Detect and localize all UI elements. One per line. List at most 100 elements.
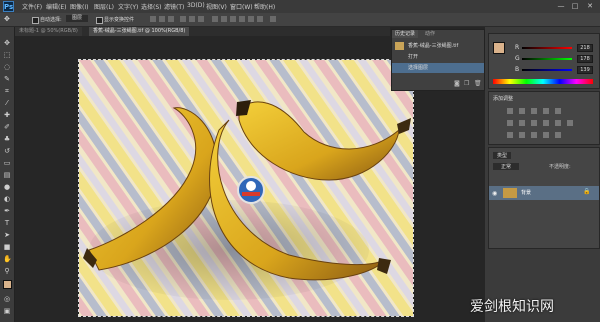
distribute-top-icon[interactable]: [212, 16, 218, 22]
new-document-icon[interactable]: ❐: [464, 80, 469, 87]
red-slider[interactable]: [522, 47, 572, 49]
shape-tool[interactable]: ■: [3, 243, 11, 251]
photo-filter-icon[interactable]: [543, 120, 549, 126]
hand-icon: ✋: [3, 255, 12, 263]
auto-align-icon[interactable]: [270, 16, 276, 22]
zoom-tool[interactable]: ⚲: [3, 267, 11, 275]
type-tool[interactable]: T: [3, 219, 11, 227]
trash-icon[interactable]: 🗑: [474, 80, 482, 87]
lock-icon: 🔒: [583, 188, 591, 195]
red-value[interactable]: 218: [577, 44, 593, 52]
history-item-open[interactable]: 打开: [392, 52, 484, 62]
eyedropper-tool[interactable]: ⁄: [3, 99, 11, 107]
layer-row-background[interactable]: ◉ 背景 🔒: [489, 186, 599, 200]
align-right-icon[interactable]: [198, 16, 204, 22]
history-item-select-layer[interactable]: 选择图层: [392, 63, 484, 73]
color-spectrum-bar[interactable]: [493, 79, 593, 84]
document-canvas[interactable]: [78, 59, 414, 317]
align-left-icon[interactable]: [180, 16, 186, 22]
distribute-bottom-icon[interactable]: [230, 16, 236, 22]
distribute-middle-icon[interactable]: [221, 16, 227, 22]
foreground-color[interactable]: [493, 42, 505, 54]
minimize-button[interactable]: —: [556, 2, 566, 10]
tab-actions[interactable]: 动作: [422, 30, 438, 38]
blue-value[interactable]: 139: [577, 66, 593, 74]
eye-icon[interactable]: ◉: [492, 190, 497, 197]
camera-icon[interactable]: ◙: [454, 80, 460, 87]
quick-select-tool[interactable]: ✎: [3, 75, 11, 83]
color-balance-icon[interactable]: [519, 120, 525, 126]
foreground-color-swatch[interactable]: [3, 280, 12, 289]
history-snapshot[interactable]: 香蕉-绒晶-三张绳图.tif: [392, 41, 484, 51]
exposure-icon[interactable]: [543, 108, 549, 114]
selective-color-icon[interactable]: [555, 132, 561, 138]
threshold-icon[interactable]: [531, 132, 537, 138]
healing-tool[interactable]: ✚: [3, 111, 11, 119]
posterize-icon[interactable]: [519, 132, 525, 138]
restore-button[interactable]: □: [570, 2, 580, 10]
close-button[interactable]: ✕: [585, 2, 595, 10]
menu-help[interactable]: 帮助(H): [254, 2, 275, 11]
curves-icon[interactable]: [531, 108, 537, 114]
menu-window[interactable]: 窗口(W): [230, 2, 253, 11]
green-value[interactable]: 178: [577, 55, 593, 63]
lasso-tool[interactable]: ◌: [3, 63, 11, 71]
hand-tool[interactable]: ✋: [3, 255, 12, 263]
menu-edit[interactable]: 编辑(E): [46, 2, 66, 11]
pen-tool[interactable]: ✒: [3, 207, 11, 215]
gradient-tool[interactable]: ▤: [3, 171, 11, 179]
brightness-icon[interactable]: [507, 108, 513, 114]
menu-filter[interactable]: 滤镜(T): [164, 2, 184, 11]
distribute-right-icon[interactable]: [257, 16, 263, 22]
blur-tool[interactable]: ●: [3, 183, 11, 191]
tab-untitled[interactable]: 未标题-1 @ 50%(RGB/8): [15, 27, 82, 36]
distribute-center-icon[interactable]: [248, 16, 254, 22]
blend-mode-dropdown[interactable]: 正常: [493, 163, 520, 170]
brush-tool[interactable]: ✐: [3, 123, 11, 131]
menu-layer[interactable]: 图层(L): [94, 2, 114, 11]
menu-view[interactable]: 视图(V): [206, 2, 227, 11]
layer-kind-filter[interactable]: 类型: [493, 152, 512, 159]
hue-saturation-icon[interactable]: [507, 120, 513, 126]
auto-select-checkbox[interactable]: [32, 17, 39, 24]
black-white-icon[interactable]: [531, 120, 537, 126]
distribute-left-icon[interactable]: [239, 16, 245, 22]
menu-file[interactable]: 文件(F): [22, 2, 42, 11]
tab-history[interactable]: 历史记录: [392, 30, 419, 38]
move-tool[interactable]: ✥: [3, 39, 11, 47]
auto-select-dropdown[interactable]: 图层: [66, 15, 89, 22]
blue-slider[interactable]: [522, 69, 572, 71]
zoom-icon: ⚲: [4, 267, 10, 275]
marquee-tool[interactable]: ⬚: [3, 51, 11, 59]
invert-icon[interactable]: [507, 132, 513, 138]
eraser-tool[interactable]: ▭: [3, 159, 11, 167]
show-transform-checkbox[interactable]: [96, 17, 103, 24]
align-middle-icon[interactable]: [159, 16, 165, 22]
path-select-tool[interactable]: ➤: [3, 231, 11, 239]
history-brush-tool[interactable]: ↺: [3, 147, 11, 155]
dodge-tool[interactable]: ◐: [3, 195, 11, 203]
green-slider[interactable]: [522, 58, 572, 60]
align-center-icon[interactable]: [189, 16, 195, 22]
levels-icon[interactable]: [519, 108, 525, 114]
channel-mixer-icon[interactable]: [555, 120, 561, 126]
align-bottom-icon[interactable]: [168, 16, 174, 22]
blue-label: B: [515, 66, 520, 73]
crop-icon: ⌗: [5, 87, 9, 95]
stamp-tool[interactable]: ♣: [3, 135, 11, 143]
menu-image[interactable]: 图像(I): [70, 2, 88, 11]
vibrance-icon[interactable]: [555, 108, 561, 114]
crop-tool[interactable]: ⌗: [3, 87, 11, 95]
gradient-map-icon[interactable]: [543, 132, 549, 138]
screen-mode-tool[interactable]: ▣: [3, 307, 11, 315]
move-icon: ✥: [4, 39, 10, 47]
path-select-icon: ➤: [4, 231, 10, 239]
tab-banana[interactable]: 香蕉-绒晶-三张绳图.tif @ 100%(RGB/8): [89, 27, 190, 36]
quick-mask-tool[interactable]: ◎: [3, 295, 11, 303]
menu-select[interactable]: 选择(S): [141, 2, 162, 11]
color-lookup-icon[interactable]: [567, 120, 573, 126]
align-top-icon[interactable]: [150, 16, 156, 22]
menu-3d[interactable]: 3D(D): [187, 2, 205, 9]
menu-type[interactable]: 文字(Y): [118, 2, 138, 11]
auto-select-label: 自动选择:: [40, 17, 62, 23]
